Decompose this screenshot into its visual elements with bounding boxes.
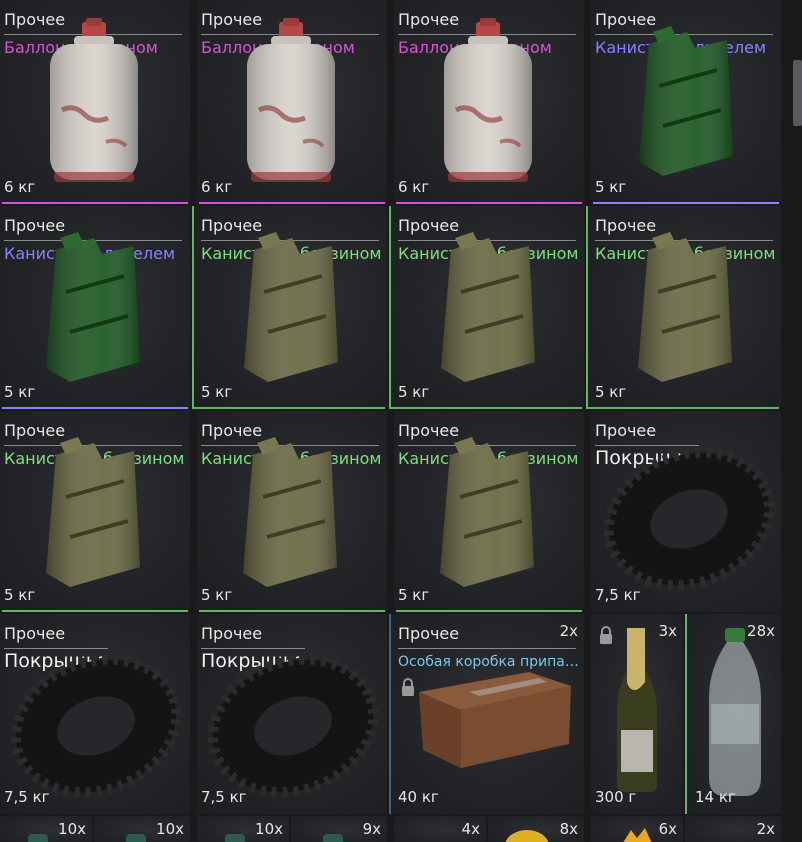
- tire-icon: [10, 654, 182, 798]
- inventory-grid: Прочее Баллон с метаном 6 кг Прочее Балл…: [0, 0, 802, 842]
- item-weight: 40 кг: [398, 788, 439, 806]
- item-category: Прочее: [398, 624, 460, 643]
- inventory-slot[interactable]: 2x: [685, 816, 781, 842]
- inventory-slot[interactable]: Прочее Баллон с метаном 6 кг: [394, 0, 584, 204]
- item-icon: [28, 834, 48, 842]
- inventory-slot[interactable]: Прочее Покрышка 7,5 кг: [591, 411, 781, 612]
- item-weight: 5 кг: [595, 383, 627, 401]
- item-icon: [505, 830, 549, 842]
- inventory-slot[interactable]: 6x: [591, 816, 683, 842]
- scrollbar-thumb[interactable]: [793, 60, 802, 126]
- item-count: 2x: [559, 622, 578, 640]
- rarity-bar: [199, 202, 385, 204]
- rarity-bar: [396, 610, 582, 612]
- jerrycan-icon: [639, 26, 733, 176]
- rarity-bar: [396, 202, 582, 204]
- rarity-side-bar: [192, 206, 194, 409]
- inventory-slot[interactable]: Прочее Покрышка 7,5 кг: [197, 614, 387, 814]
- item-weight: 7,5 кг: [201, 788, 247, 806]
- divider: [398, 648, 576, 649]
- item-weight: 5 кг: [201, 383, 233, 401]
- item-weight: 300 г: [595, 788, 637, 806]
- cardboard-box-icon: [419, 672, 571, 768]
- tire-icon: [207, 654, 379, 798]
- water-bottle-icon: [709, 628, 761, 796]
- item-count: 2x: [756, 820, 775, 838]
- item-weight: 5 кг: [201, 586, 233, 604]
- item-weight: 14 кг: [695, 788, 736, 806]
- rarity-bar: [588, 407, 779, 409]
- inventory-slot[interactable]: Прочее Канистра с бензином 5 кг: [389, 206, 584, 409]
- jerrycan-icon: [243, 437, 337, 587]
- item-icon: [225, 834, 245, 842]
- item-count: 4x: [461, 820, 480, 838]
- inventory-slot[interactable]: Прочее Канистра с дизелем 5 кг: [591, 0, 781, 204]
- inventory-slot[interactable]: 10x: [197, 816, 289, 842]
- item-weight: 6 кг: [4, 178, 36, 196]
- item-weight: 5 кг: [398, 586, 430, 604]
- rarity-bar: [593, 202, 779, 204]
- gas-cylinder-icon: [247, 18, 335, 182]
- gas-cylinder-icon: [444, 18, 532, 182]
- item-count: 8x: [559, 820, 578, 838]
- inventory-slot[interactable]: 3x 300 г: [591, 614, 683, 814]
- jerrycan-icon: [46, 437, 140, 587]
- jerrycan-icon: [46, 232, 140, 382]
- rarity-bar: [391, 407, 582, 409]
- item-count: 10x: [156, 820, 184, 838]
- rarity-bar: [194, 407, 385, 409]
- item-icon: [623, 828, 652, 842]
- inventory-slot[interactable]: 9x: [291, 816, 387, 842]
- item-icon: [323, 834, 343, 842]
- rarity-side-bar: [685, 614, 687, 814]
- jerrycan-icon: [244, 232, 338, 382]
- item-weight: 5 кг: [398, 383, 430, 401]
- item-weight: 7,5 кг: [4, 788, 50, 806]
- inventory-slot[interactable]: Прочее Баллон с метаном 6 кг: [0, 0, 190, 204]
- item-count: 9x: [362, 820, 381, 838]
- rarity-side-bar: [389, 614, 391, 814]
- inventory-slot[interactable]: Прочее Канистра с бензином 5 кг: [192, 206, 387, 409]
- item-weight: 6 кг: [201, 178, 233, 196]
- item-count: 10x: [255, 820, 283, 838]
- jerrycan-icon: [638, 232, 732, 382]
- tire-icon: [603, 447, 775, 591]
- item-weight: 7,5 кг: [595, 586, 641, 604]
- inventory-slot[interactable]: Прочее Покрышка 7,5 кг: [0, 614, 190, 814]
- inventory-slot[interactable]: 10x: [94, 816, 190, 842]
- gas-cylinder-icon: [50, 18, 138, 182]
- rarity-bar: [2, 407, 188, 409]
- rarity-bar: [2, 202, 188, 204]
- item-weight: 5 кг: [4, 586, 36, 604]
- rarity-side-bar: [389, 206, 391, 409]
- inventory-slot[interactable]: 4x: [394, 816, 486, 842]
- rarity-bar: [2, 610, 188, 612]
- inventory-slot[interactable]: Прочее Канистра с бензином 5 кг: [586, 206, 781, 409]
- item-weight: 6 кг: [398, 178, 430, 196]
- item-icon: [126, 834, 146, 842]
- inventory-slot[interactable]: Прочее Канистра с бензином 5 кг: [394, 411, 584, 612]
- inventory-slot[interactable]: Прочее Канистра с бензином 5 кг: [197, 411, 387, 612]
- rarity-bar: [199, 610, 385, 612]
- inventory-slot[interactable]: 10x: [0, 816, 92, 842]
- item-weight: 5 кг: [595, 178, 627, 196]
- item-count: 6x: [658, 820, 677, 838]
- jerrycan-icon: [440, 437, 534, 587]
- inventory-slot[interactable]: Прочее Баллон с метаном 6 кг: [197, 0, 387, 204]
- inventory-slot[interactable]: 28x 14 кг: [685, 614, 781, 814]
- inventory-slot[interactable]: Прочее Канистра с бензином 5 кг: [0, 411, 190, 612]
- item-weight: 5 кг: [4, 383, 36, 401]
- jerrycan-icon: [441, 232, 535, 382]
- rarity-side-bar: [586, 206, 588, 409]
- inventory-slot[interactable]: 8x: [488, 816, 584, 842]
- inventory-slot[interactable]: Прочее 2x Особая коробка припас.. 40 кг: [389, 614, 584, 814]
- inventory-slot[interactable]: Прочее Канистра с дизелем 5 кг: [0, 206, 190, 409]
- champagne-bottle-icon: [617, 628, 657, 792]
- item-count: 10x: [58, 820, 86, 838]
